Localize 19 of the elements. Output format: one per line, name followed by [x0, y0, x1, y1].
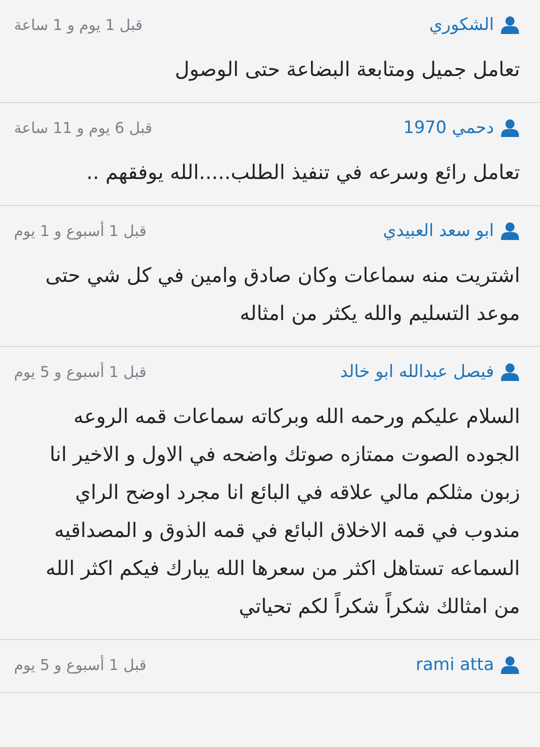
- author-link[interactable]: ابو سعد العبيدي: [382, 221, 494, 241]
- review-text: تعامل رائع وسرعه في تنفيذ الطلب.....الله يوفقهم ..: [85, 159, 520, 186]
- review-time: قبل 1 أسبوع و 5 يوم: [14, 363, 146, 381]
- review-text: اشتريت منه سماعات وكان صادق وامين في كل شي حتى موعد التسليم والله يكثر من امثاله: [44, 262, 520, 327]
- review-time: قبل 1 يوم و 1 ساعة: [14, 16, 143, 34]
- author-link[interactable]: دحمي 1970: [403, 118, 494, 138]
- user-icon: [500, 221, 520, 241]
- author-link[interactable]: rami atta: [416, 655, 494, 675]
- review-text: تعامل جميل ومتابعة البضاعة حتى الوصول: [174, 56, 520, 83]
- user-icon: [500, 15, 520, 35]
- review-time: قبل 1 أسبوع و 1 يوم: [14, 222, 146, 240]
- review-time: قبل 6 يوم و 11 ساعة: [14, 119, 152, 137]
- user-icon: [500, 362, 520, 382]
- user-icon: [500, 118, 520, 138]
- review-time: قبل 1 أسبوع و 5 يوم: [14, 656, 146, 674]
- review-text: السلام عليكم ورحمه الله وبركاته سماعات قمه الروعه الجوده الصوت ممتازه صوتك واضحه في الاول و الاخير انا زبون مثلكم مالي علاقه في البائع انا مجرد اوضح الراي مندوب في قمه الاخلاق البائع في قمه الذوق و المصداقيه السماعه تستاهل اكثر من سعرها الله يبارك فيكم اكثر الله من امثالك شكراً شكراً لكم تحياتي: [44, 403, 520, 620]
- author-link[interactable]: فيصل عبدالله ابو خالد: [340, 362, 494, 382]
- author-link[interactable]: الشكوري: [429, 15, 494, 35]
- user-icon: [500, 655, 520, 675]
